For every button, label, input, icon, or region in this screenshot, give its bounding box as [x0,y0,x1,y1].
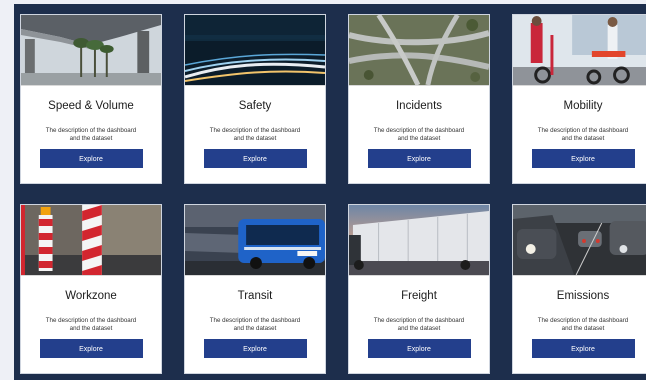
e-scooter-image [513,15,646,86]
card-title: Transit [237,290,273,302]
explore-button[interactable]: Explore [203,339,307,358]
aerial-interchange-image [349,15,489,86]
card-title: Speed & Volume [48,100,134,112]
dashboard-panel: Speed & Volume The description of the da… [14,4,646,380]
card-description: The description of the dashboard and the… [373,317,465,332]
explore-button[interactable]: Explore [39,149,143,168]
card-description: The description of the dashboard and the… [45,127,137,142]
card-description: The description of the dashboard and the… [45,317,137,332]
card-mobility: Mobility The description of the dashboar… [512,14,646,184]
explore-button[interactable]: Explore [367,339,471,358]
card-incidents: Incidents The description of the dashboa… [348,14,490,184]
card-speed-volume: Speed & Volume The description of the da… [20,14,162,184]
card-emissions: Emissions The description of the dashboa… [512,204,646,374]
card-description: The description of the dashboard and the… [209,127,301,142]
city-bus-image [185,205,325,276]
card-title: Freight [401,290,437,302]
explore-button[interactable]: Explore [531,339,635,358]
explore-button[interactable]: Explore [531,149,635,168]
dashboard-grid: Speed & Volume The description of the da… [20,14,646,374]
card-title: Emissions [556,290,610,302]
semi-truck-image [349,205,489,276]
traffic-jam-image [513,205,646,276]
explore-button[interactable]: Explore [367,149,471,168]
card-description: The description of the dashboard and the… [209,317,301,332]
card-title: Workzone [65,290,117,302]
card-transit: Transit The description of the dashboard… [184,204,326,374]
card-description: The description of the dashboard and the… [373,127,465,142]
card-description: The description of the dashboard and the… [537,317,629,332]
night-traffic-image [185,15,325,86]
explore-button[interactable]: Explore [203,149,307,168]
card-title: Safety [238,100,272,112]
card-workzone: Workzone The description of the dashboar… [20,204,162,374]
highway-overpass-image [21,15,161,86]
construction-barrier-image [21,205,161,276]
card-safety: Safety The description of the dashboard … [184,14,326,184]
card-description: The description of the dashboard and the… [537,127,629,142]
card-freight: Freight The description of the dashboard… [348,204,490,374]
explore-button[interactable]: Explore [39,339,143,358]
card-title: Mobility [563,100,603,112]
card-title: Incidents [395,100,443,112]
